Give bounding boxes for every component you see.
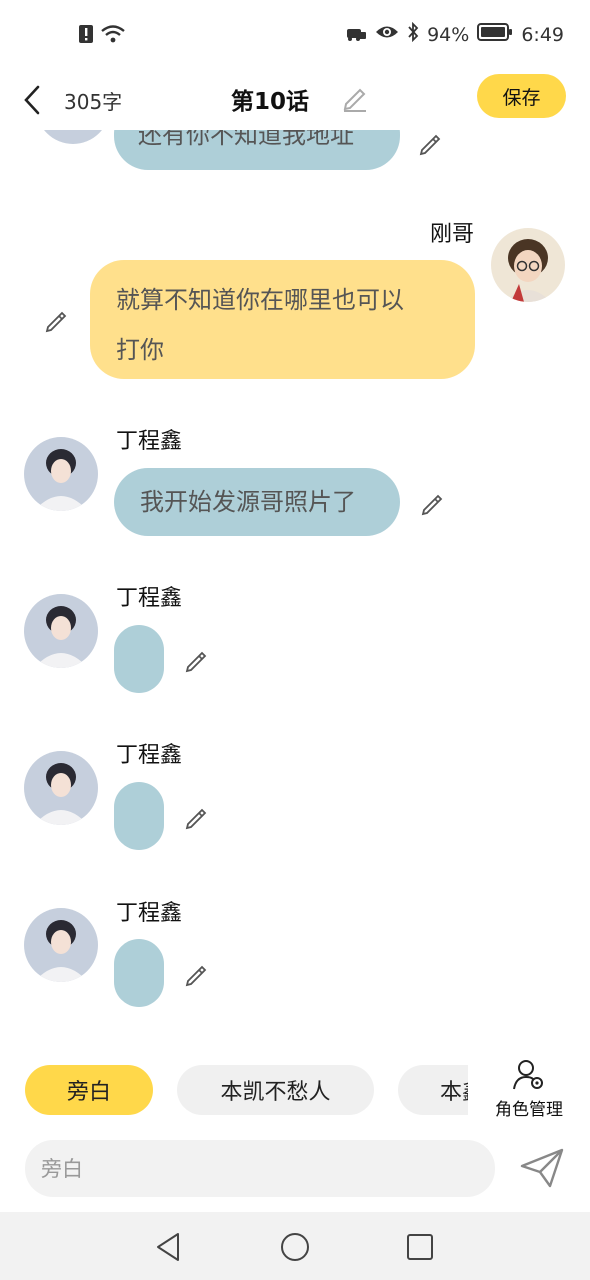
- role-tab-narration[interactable]: 旁白: [25, 1065, 153, 1115]
- speaker-name: 丁程鑫: [116, 743, 183, 768]
- composer: [0, 1132, 590, 1212]
- message-text-line: 就算不知道你在哪里也可以: [116, 286, 404, 314]
- pencil-icon: [419, 134, 441, 156]
- avatar[interactable]: [24, 908, 98, 982]
- role-manage-label: 角色管理: [495, 1100, 563, 1120]
- pencil-icon: [421, 494, 443, 516]
- avatar[interactable]: [491, 228, 565, 302]
- avatar[interactable]: [24, 437, 98, 511]
- edit-message-button[interactable]: [184, 804, 210, 830]
- clock: 6:49: [521, 23, 564, 46]
- avatar[interactable]: [24, 751, 98, 825]
- send-button[interactable]: [518, 1146, 566, 1190]
- message-bubble[interactable]: [114, 782, 164, 850]
- message-bubble[interactable]: 就算不知道你在哪里也可以 打你: [90, 260, 475, 379]
- role-manage-button[interactable]: 角色管理: [468, 1052, 590, 1132]
- pencil-icon: [343, 88, 366, 112]
- nav-back-button[interactable]: [152, 1230, 186, 1264]
- speaker-name: 丁程鑫: [116, 586, 183, 611]
- edit-message-button[interactable]: [184, 961, 210, 987]
- pencil-icon: [45, 311, 67, 333]
- page-title: 第10话: [230, 89, 309, 115]
- send-icon: [520, 1148, 564, 1188]
- pencil-icon: [185, 651, 207, 673]
- message-input[interactable]: [25, 1140, 495, 1197]
- message-text-line: 打你: [116, 336, 164, 364]
- chat-list[interactable]: 还有你不知道我地址 刚哥 就算不知道你在哪里也可以 打你 丁程鑫 我开始发源哥照…: [0, 130, 590, 1052]
- edit-message-button[interactable]: [420, 490, 446, 516]
- circle-home-icon: [281, 1233, 309, 1261]
- message-bubble[interactable]: 还有你不知道我地址: [114, 130, 400, 170]
- role-tab-bar: 旁白 本凯不愁人 本鑫 角色管理: [0, 1052, 590, 1132]
- edit-message-button[interactable]: [418, 130, 444, 156]
- pencil-icon: [185, 965, 207, 987]
- system-nav-bar: [0, 1212, 590, 1280]
- role-tab[interactable]: 本凯不愁人: [177, 1065, 374, 1115]
- battery-icon: [477, 22, 513, 47]
- avatar[interactable]: [24, 594, 98, 668]
- save-button[interactable]: 保存: [477, 74, 566, 118]
- message-bubble[interactable]: [114, 625, 164, 693]
- triangle-back-icon: [157, 1233, 179, 1261]
- pencil-icon: [185, 808, 207, 830]
- square-recents-icon: [407, 1234, 433, 1260]
- top-bar: 305字 第10话 保存: [0, 72, 590, 130]
- wifi-icon: [100, 24, 126, 48]
- speaker-name: 丁程鑫: [116, 429, 183, 454]
- edit-title-button[interactable]: [340, 82, 370, 116]
- speaker-name: 丁程鑫: [116, 901, 183, 926]
- battery-percent: 94%: [427, 23, 470, 46]
- status-bar: 94% 6:49: [0, 0, 590, 72]
- edit-message-button[interactable]: [44, 307, 70, 333]
- message-bubble[interactable]: [114, 939, 164, 1007]
- user-settings-icon: [513, 1060, 543, 1090]
- bluetooth-icon: [407, 21, 419, 47]
- avatar[interactable]: [36, 130, 110, 144]
- edit-message-button[interactable]: [184, 647, 210, 673]
- nav-home-button[interactable]: [278, 1230, 312, 1264]
- lock-car-icon: [345, 22, 367, 47]
- eye-icon: [375, 23, 399, 46]
- sim-alert-icon: [78, 24, 94, 48]
- message-bubble[interactable]: 我开始发源哥照片了: [114, 468, 400, 536]
- speaker-name: 刚哥: [430, 222, 475, 247]
- nav-recents-button[interactable]: [403, 1230, 437, 1264]
